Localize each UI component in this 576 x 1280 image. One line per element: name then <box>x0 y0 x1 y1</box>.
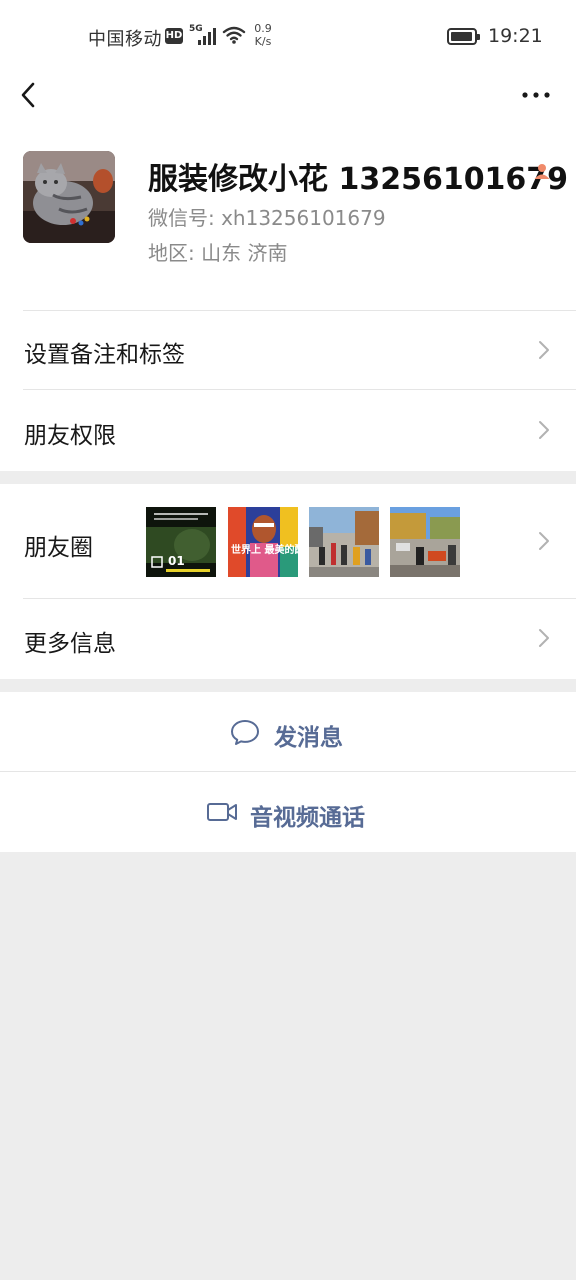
carrier-name: 中国移动 <box>88 29 162 50</box>
speed-value: 0.9 <box>254 22 272 35</box>
actions-group: 发消息 音视频通话 <box>0 692 576 852</box>
row-remark-tags[interactable]: 设置备注和标签 <box>0 310 576 390</box>
cat-avatar-image <box>23 151 115 243</box>
thumb-caption: 世界上 最美的配色 <box>231 543 298 556</box>
network-speed: 0.9 K/s <box>250 22 276 48</box>
person-icon <box>534 164 550 179</box>
wifi-icon <box>222 26 246 44</box>
clock: 19:21 <box>488 25 543 47</box>
row-moments[interactable]: 朋友圈 01 世界上 最美的 <box>0 484 576 598</box>
row-friend-permissions[interactable]: 朋友权限 <box>0 390 576 470</box>
street-photo-image <box>309 507 379 577</box>
chevron-right-icon <box>539 421 549 439</box>
chat-bubble-icon <box>231 720 259 745</box>
chevron-right-icon <box>539 341 549 359</box>
moments-thumbnail: 世界上 最美的配色 <box>228 507 298 577</box>
thumb-caption: 01 <box>168 554 185 568</box>
moments-thumbnail <box>390 507 460 577</box>
battery-icon <box>447 28 480 45</box>
row-label: 朋友圈 <box>24 535 93 561</box>
hd-badge: HD <box>165 28 183 44</box>
region: 地区: 山东 济南 <box>148 241 288 265</box>
moments-thumbnail: 01 <box>146 507 216 577</box>
street-photo-image <box>390 507 460 577</box>
video-call-button[interactable]: 音视频通话 <box>0 772 576 852</box>
nav-bar <box>0 72 576 118</box>
row-more-info[interactable]: 更多信息 <box>0 599 576 679</box>
row-label: 朋友权限 <box>24 423 116 449</box>
colorful-poster-image: 世界上 最美的配色 <box>228 507 298 577</box>
video-camera-icon <box>207 803 237 821</box>
moments-thumbnail <box>309 507 379 577</box>
dark-poster-image: 01 <box>146 507 216 577</box>
send-message-label: 发消息 <box>274 725 343 751</box>
contact-name: 服装修改小花 13256101679 <box>148 162 569 197</box>
row-label: 设置备注和标签 <box>24 342 185 368</box>
signal-icon <box>198 27 218 45</box>
video-call-label: 音视频通话 <box>250 805 365 831</box>
status-bar: 中国移动 HD 5G 0.9 K/s 19:21 <box>0 0 576 72</box>
chevron-right-icon <box>539 532 549 550</box>
settings-group: 设置备注和标签 朋友权限 <box>0 310 576 471</box>
wechat-id: 微信号: xh13256101679 <box>148 206 386 230</box>
row-label: 更多信息 <box>24 631 116 657</box>
profile-header: 服装修改小花 13256101679 微信号: xh13256101679 地区… <box>0 118 576 310</box>
moments-group: 朋友圈 01 世界上 最美的 更多信息 <box>0 484 576 679</box>
more-options-icon[interactable] <box>518 84 554 106</box>
contact-profile-page: 中国移动 HD 5G 0.9 K/s 19:21 服装修改小花 13256101… <box>0 0 576 1280</box>
speed-unit: K/s <box>254 35 272 48</box>
back-arrow-icon[interactable] <box>16 80 44 110</box>
chevron-right-icon <box>539 629 549 647</box>
send-message-button[interactable]: 发消息 <box>0 692 576 772</box>
avatar[interactable] <box>23 151 115 243</box>
